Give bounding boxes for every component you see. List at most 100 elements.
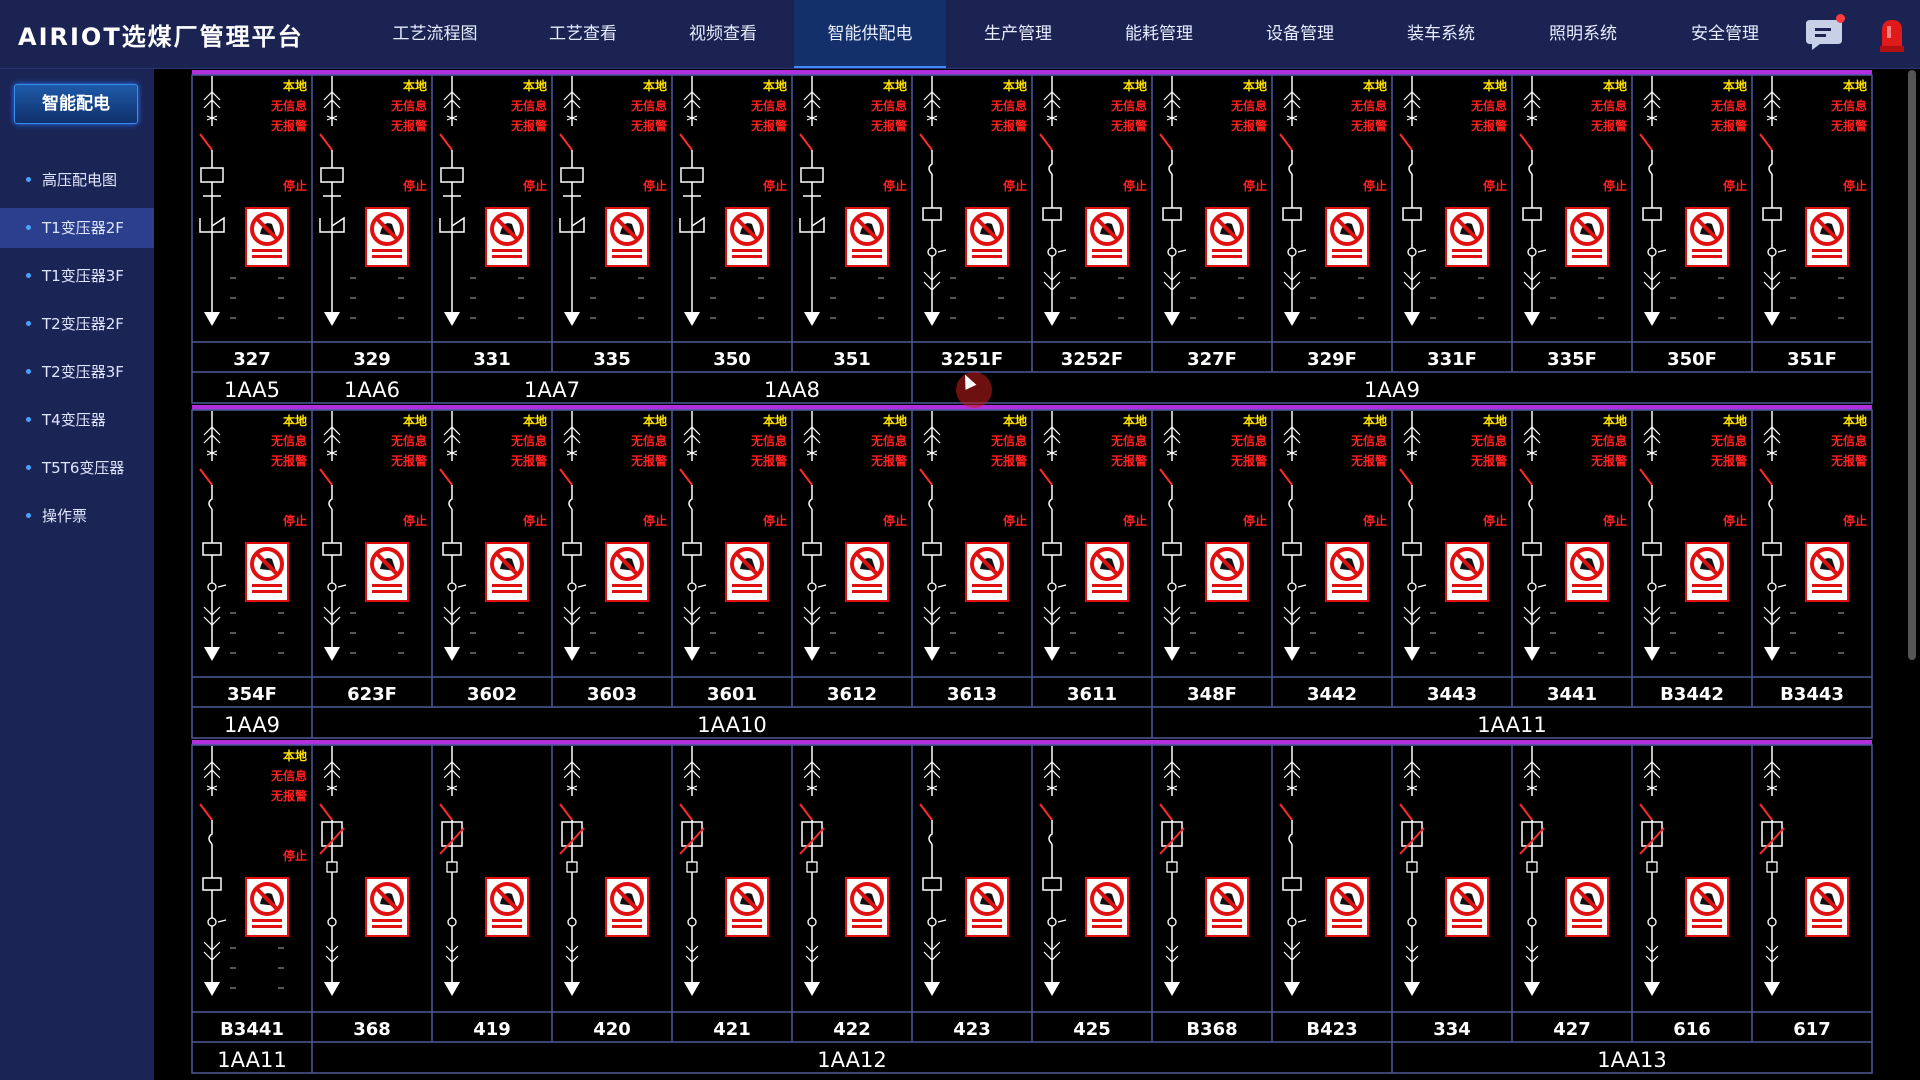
cabinet-group-label: 1AA10: [697, 713, 766, 737]
switchgear-bay: [1759, 746, 1849, 996]
bay-label: 616: [1673, 1019, 1711, 1040]
switchgear-bay: [1279, 746, 1369, 996]
no-closing-sign-icon: [1445, 542, 1489, 602]
cabinet-group-label: 1AA11: [217, 1048, 286, 1072]
bay-label: 3611: [1067, 684, 1117, 705]
status-no-info: 无信息: [1830, 98, 1867, 113]
status-no-info: 无信息: [1710, 433, 1747, 448]
no-closing-sign-icon: [1205, 542, 1249, 602]
switchgear-bay: 本地无信息无报警停止: [1519, 76, 1627, 326]
bay-label: 3601: [707, 684, 757, 705]
bay-label: 3443: [1427, 684, 1477, 705]
switchgear-bay: 本地无信息无报警停止: [559, 411, 667, 661]
cabinet-group-label: 1AA12: [817, 1048, 886, 1072]
no-closing-sign-icon: [965, 542, 1009, 602]
status-no-alarm: 无报警: [1470, 118, 1507, 133]
switchgear-bay: 本地无信息无报警停止: [1159, 411, 1267, 661]
status-stop: 停止: [1603, 178, 1627, 193]
status-no-info: 无信息: [1470, 433, 1507, 448]
no-closing-sign-icon: [845, 877, 889, 937]
switchgear-bay: 本地无信息无报警停止: [1519, 411, 1627, 661]
bay-label: 420: [593, 1019, 631, 1040]
status-local: 本地: [1843, 78, 1867, 93]
status-no-info: 无信息: [270, 768, 307, 783]
status-stop: 停止: [763, 178, 787, 193]
switchgear-bay: [439, 746, 529, 996]
status-no-alarm: 无报警: [630, 118, 667, 133]
no-closing-sign-icon: [1805, 877, 1849, 937]
status-no-alarm: 无报警: [1350, 453, 1387, 468]
status-stop: 停止: [1123, 513, 1147, 528]
status-no-info: 无信息: [750, 98, 787, 113]
status-no-alarm: 无报警: [1590, 453, 1627, 468]
status-stop: 停止: [403, 178, 427, 193]
status-no-info: 无信息: [630, 98, 667, 113]
status-no-alarm: 无报警: [1710, 453, 1747, 468]
no-closing-sign-icon: [1565, 542, 1609, 602]
status-no-alarm: 无报警: [1230, 453, 1267, 468]
no-closing-sign-icon: [365, 542, 409, 602]
bay-label: 354F: [227, 684, 277, 705]
status-stop: 停止: [1003, 178, 1027, 193]
switchgear-bay: 本地无信息无报警停止: [1279, 76, 1387, 326]
vertical-scrollbar[interactable]: [1908, 70, 1916, 660]
switchgear-bay: 本地无信息无报警停止: [1039, 411, 1147, 661]
switchgear-row: B3441 368 419 420 421 422 423 425 B368 B423 334 427…: [191, 740, 1873, 1074]
status-stop: 停止: [1123, 178, 1147, 193]
status-no-alarm: 无报警: [1710, 118, 1747, 133]
switchgear-bay: [799, 746, 889, 996]
switchgear-bay: [319, 746, 409, 996]
status-local: 本地: [1843, 413, 1867, 428]
no-closing-sign-icon: [1565, 877, 1609, 937]
cabinet-group-label: 1AA11: [1477, 713, 1546, 737]
switchgear-bay: [559, 746, 649, 996]
bay-label: 419: [473, 1019, 511, 1040]
status-local: 本地: [523, 413, 547, 428]
status-no-alarm: 无报警: [1350, 118, 1387, 133]
no-closing-sign-icon: [1085, 207, 1129, 267]
no-closing-sign-icon: [1205, 207, 1249, 267]
status-stop: 停止: [283, 178, 307, 193]
no-closing-sign-icon: [245, 877, 289, 937]
status-stop: 停止: [1483, 513, 1507, 528]
bay-label: 327F: [1187, 349, 1237, 370]
status-local: 本地: [1603, 78, 1627, 93]
switchgear-bay: 本地无信息无报警停止: [919, 76, 1027, 326]
bay-label: 350F: [1667, 349, 1717, 370]
switchgear-bay: 本地无信息无报警停止: [319, 411, 427, 661]
cabinet-group-label: 1AA9: [1364, 378, 1420, 402]
no-closing-sign-icon: [605, 207, 649, 267]
switchgear-bay: 本地无信息无报警停止: [679, 411, 787, 661]
bay-label: 351: [833, 349, 871, 370]
no-closing-sign-icon: [1445, 877, 1489, 937]
status-local: 本地: [1123, 78, 1147, 93]
cabinet-group-label: 1AA8: [764, 378, 820, 402]
status-no-info: 无信息: [270, 98, 307, 113]
bay-label: 351F: [1787, 349, 1837, 370]
status-stop: 停止: [523, 178, 547, 193]
status-no-info: 无信息: [1710, 98, 1747, 113]
status-no-info: 无信息: [750, 433, 787, 448]
bay-label: 331F: [1427, 349, 1477, 370]
status-local: 本地: [643, 413, 667, 428]
bay-label: 327: [233, 349, 271, 370]
bay-label: 3603: [587, 684, 637, 705]
status-no-info: 无信息: [1110, 98, 1147, 113]
switchgear-bay: [1399, 746, 1489, 996]
status-no-alarm: 无报警: [270, 453, 307, 468]
switchgear-bay: [1639, 746, 1729, 996]
cabinet-group-label: 1AA13: [1597, 1048, 1666, 1072]
bay-label: 335F: [1547, 349, 1597, 370]
status-no-alarm: 无报警: [750, 453, 787, 468]
status-no-info: 无信息: [390, 98, 427, 113]
status-no-info: 无信息: [1590, 98, 1627, 113]
status-stop: 停止: [643, 178, 667, 193]
switchgear-bay: 本地无信息无报警停止: [799, 76, 907, 326]
bay-label: B368: [1186, 1019, 1237, 1040]
no-closing-sign-icon: [365, 207, 409, 267]
switchgear-bay: 本地无信息无报警停止: [1759, 411, 1867, 661]
status-stop: 停止: [1243, 513, 1267, 528]
status-local: 本地: [1363, 413, 1387, 428]
status-no-info: 无信息: [870, 433, 907, 448]
status-no-alarm: 无报警: [270, 788, 307, 803]
